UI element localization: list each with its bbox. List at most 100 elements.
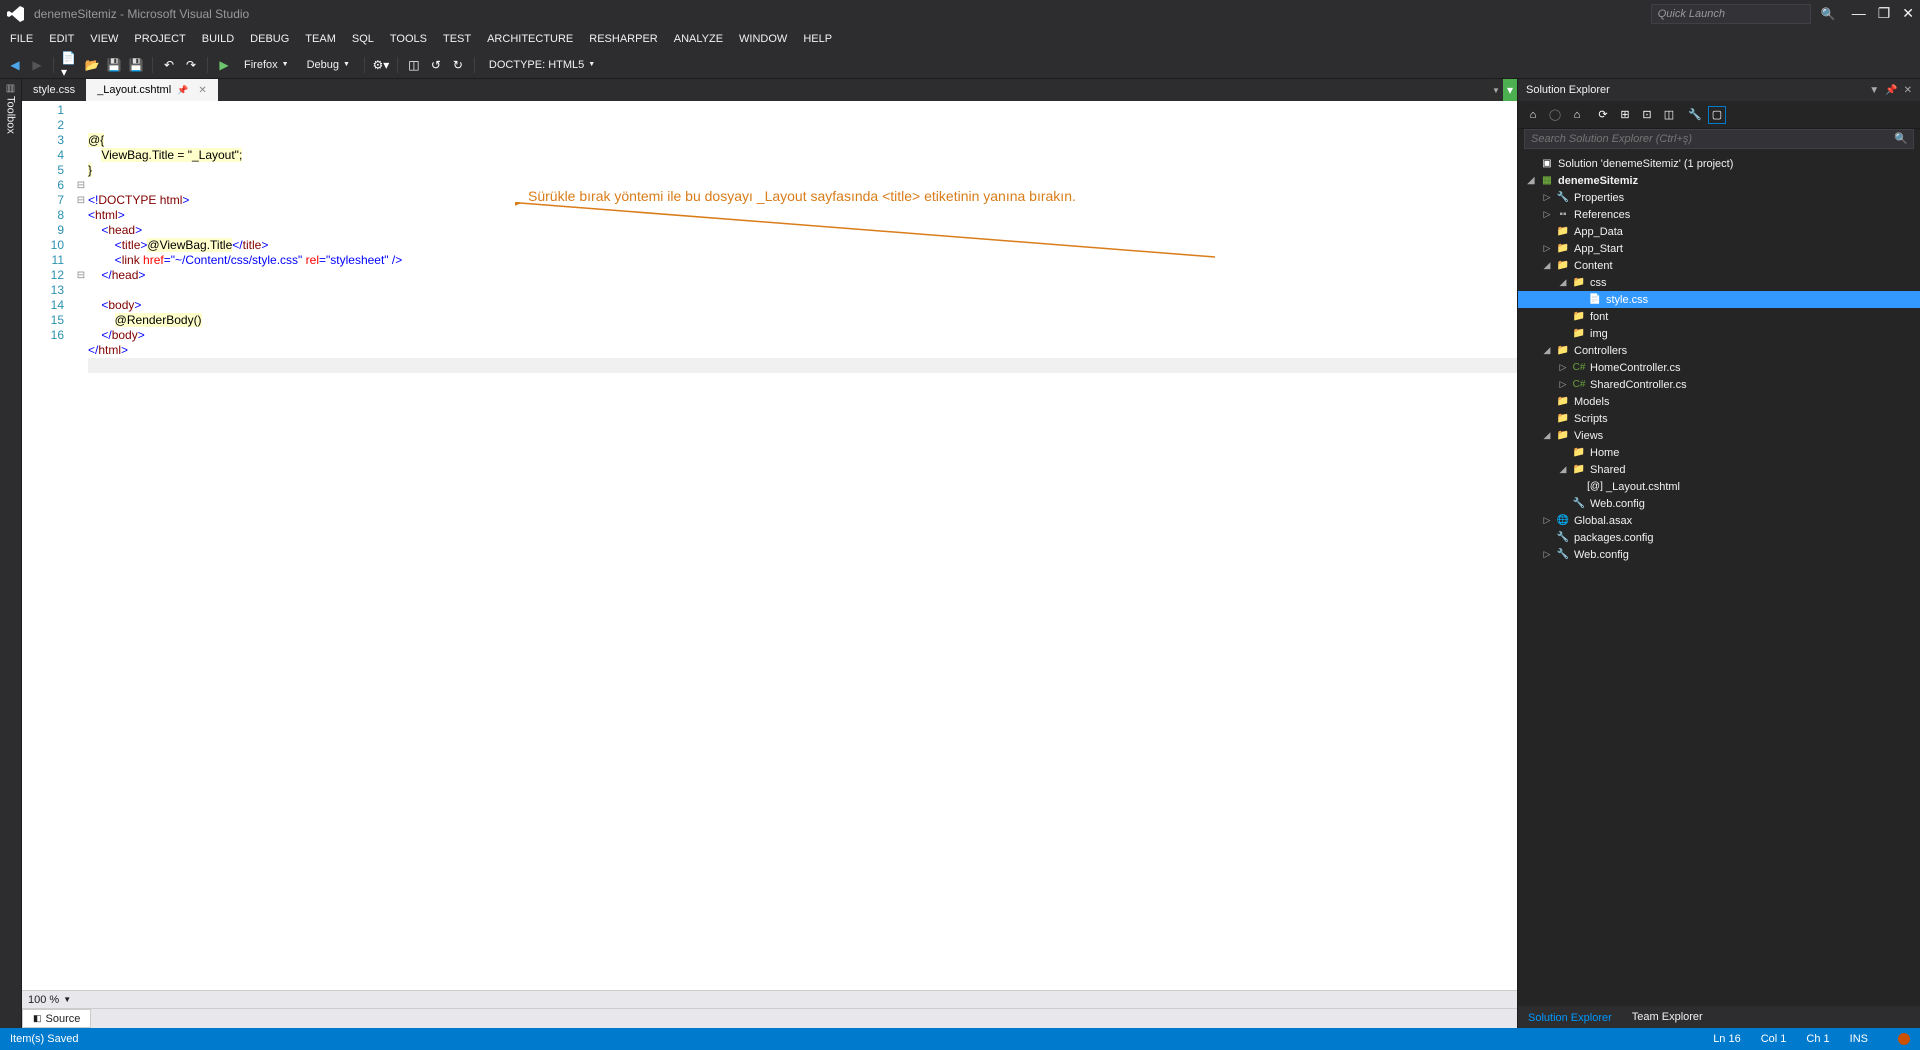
- expand-arrow-icon[interactable]: ▷: [1558, 362, 1568, 373]
- tree-node[interactable]: 📁App_Data: [1518, 223, 1920, 240]
- minimize-button[interactable]: —: [1852, 5, 1866, 22]
- zoom-dropdown-icon[interactable]: ▼: [63, 995, 71, 1004]
- code-editor[interactable]: 12345678910111213141516 ⊟⊟⊟ @{ ViewBag.T…: [22, 101, 1517, 990]
- expand-arrow-icon[interactable]: ◢: [1542, 345, 1552, 356]
- expand-arrow-icon[interactable]: ▷: [1542, 549, 1552, 560]
- tabs-dropdown-icon[interactable]: ▼: [1489, 79, 1503, 101]
- tool-icon[interactable]: ◫: [1660, 106, 1678, 124]
- nav-back-icon[interactable]: ◀: [6, 56, 24, 74]
- close-button[interactable]: ✕: [1902, 5, 1914, 22]
- tool-icon[interactable]: ↺: [427, 56, 445, 74]
- save-icon[interactable]: 💾: [105, 56, 123, 74]
- tree-node[interactable]: ▷▪▪References: [1518, 206, 1920, 223]
- panel-dropdown-icon[interactable]: ▼: [1869, 85, 1879, 96]
- menu-debug[interactable]: DEBUG: [242, 29, 297, 49]
- panel-pin-icon[interactable]: 📌: [1885, 85, 1897, 96]
- maximize-button[interactable]: ❐: [1878, 5, 1891, 22]
- back-icon[interactable]: ◯: [1546, 106, 1564, 124]
- expand-arrow-icon[interactable]: ▷: [1542, 515, 1552, 526]
- left-side-toolbox[interactable]: ▥ Toolbox: [0, 79, 22, 1028]
- refresh-icon[interactable]: ⟳: [1594, 106, 1612, 124]
- menu-architecture[interactable]: ARCHITECTURE: [479, 29, 581, 49]
- redo-icon[interactable]: ↷: [182, 56, 200, 74]
- solution-tree[interactable]: ▣Solution 'denemeSitemiz' (1 project)◢▦d…: [1518, 151, 1920, 1006]
- expand-arrow-icon[interactable]: ◢: [1542, 430, 1552, 441]
- new-item-icon[interactable]: ◫: [405, 56, 423, 74]
- tree-node[interactable]: 📁Home: [1518, 444, 1920, 461]
- tree-node[interactable]: ◢▦denemeSitemiz: [1518, 172, 1920, 189]
- expand-arrow-icon[interactable]: ▷: [1558, 379, 1568, 390]
- expand-arrow-icon[interactable]: ◢: [1558, 464, 1568, 475]
- tree-node[interactable]: 📁img: [1518, 325, 1920, 342]
- tree-node[interactable]: [@]_Layout.cshtml: [1518, 478, 1920, 495]
- start-debug-button[interactable]: ▶: [215, 56, 233, 74]
- new-project-icon[interactable]: 📄▾: [61, 56, 79, 74]
- source-tab[interactable]: ◧Source: [22, 1009, 91, 1028]
- properties-icon[interactable]: 🔧: [1686, 106, 1704, 124]
- tree-node[interactable]: ▷🔧Properties: [1518, 189, 1920, 206]
- open-icon[interactable]: 📂: [83, 56, 101, 74]
- panel-close-icon[interactable]: ✕: [1904, 85, 1912, 96]
- menu-window[interactable]: WINDOW: [731, 29, 795, 49]
- home-icon[interactable]: ⌂: [1568, 106, 1586, 124]
- nav-fwd-icon[interactable]: ▶: [28, 56, 46, 74]
- tree-node[interactable]: ▷📁App_Start: [1518, 240, 1920, 257]
- menu-file[interactable]: FILE: [2, 29, 41, 49]
- menu-resharper[interactable]: RESHARPER: [581, 29, 665, 49]
- expand-arrow-icon[interactable]: ◢: [1526, 175, 1536, 186]
- menu-build[interactable]: BUILD: [194, 29, 242, 49]
- browser-dropdown[interactable]: Firefox▼: [237, 55, 296, 75]
- expand-arrow-icon[interactable]: ▷: [1542, 192, 1552, 203]
- expand-arrow-icon[interactable]: ▷: [1542, 209, 1552, 220]
- home-icon[interactable]: ⌂: [1524, 106, 1542, 124]
- menu-project[interactable]: PROJECT: [126, 29, 193, 49]
- close-icon[interactable]: ✕: [198, 85, 206, 96]
- pin-icon[interactable]: 📌: [177, 85, 188, 96]
- tree-node[interactable]: 📄style.css: [1518, 291, 1920, 308]
- tree-node[interactable]: 🔧Web.config: [1518, 495, 1920, 512]
- tree-node[interactable]: ◢📁Controllers: [1518, 342, 1920, 359]
- menu-edit[interactable]: EDIT: [41, 29, 82, 49]
- code-content[interactable]: @{ ViewBag.Title = "_Layout";}<!DOCTYPE …: [88, 101, 1517, 990]
- tree-node[interactable]: ◢📁Views: [1518, 427, 1920, 444]
- doctype-dropdown[interactable]: DOCTYPE: HTML5▼: [482, 55, 602, 75]
- tree-node[interactable]: 🔧packages.config: [1518, 529, 1920, 546]
- tab-_Layout-cshtml[interactable]: _Layout.cshtml📌✕: [86, 79, 218, 101]
- panel-tab-team-explorer[interactable]: Team Explorer: [1622, 1006, 1713, 1028]
- tree-node[interactable]: ◢📁css: [1518, 274, 1920, 291]
- tree-node[interactable]: ◢📁Content: [1518, 257, 1920, 274]
- menu-team[interactable]: TEAM: [297, 29, 344, 49]
- menu-analyze[interactable]: ANALYZE: [666, 29, 731, 49]
- panel-tab-solution-explorer[interactable]: Solution Explorer: [1518, 1006, 1622, 1028]
- tree-node[interactable]: 📁Scripts: [1518, 410, 1920, 427]
- tree-node[interactable]: ▷🔧Web.config: [1518, 546, 1920, 563]
- tabs-add-icon[interactable]: ▾: [1503, 79, 1517, 101]
- search-icon[interactable]: 🔍: [1821, 7, 1836, 21]
- tree-node[interactable]: ▷C#HomeController.cs: [1518, 359, 1920, 376]
- search-icon[interactable]: 🔍: [1894, 132, 1908, 145]
- undo-icon[interactable]: ↶: [160, 56, 178, 74]
- expand-arrow-icon[interactable]: ◢: [1558, 277, 1568, 288]
- tab-style-css[interactable]: style.css: [22, 79, 86, 101]
- menu-view[interactable]: VIEW: [82, 29, 126, 49]
- tree-node[interactable]: 📁Models: [1518, 393, 1920, 410]
- tool-icon[interactable]: ⚙▾: [372, 56, 390, 74]
- tree-node[interactable]: ▷🌐Global.asax: [1518, 512, 1920, 529]
- quick-launch-input[interactable]: Quick Launch: [1651, 4, 1811, 24]
- tree-node[interactable]: ▣Solution 'denemeSitemiz' (1 project): [1518, 155, 1920, 172]
- expand-arrow-icon[interactable]: ◢: [1542, 260, 1552, 271]
- zoom-level[interactable]: 100 %: [28, 994, 59, 1006]
- menu-sql[interactable]: SQL: [344, 29, 382, 49]
- save-all-icon[interactable]: 💾: [127, 56, 145, 74]
- search-input[interactable]: [1524, 129, 1914, 149]
- menu-tools[interactable]: TOOLS: [382, 29, 435, 49]
- fold-gutter[interactable]: ⊟⊟⊟: [74, 101, 88, 990]
- config-dropdown[interactable]: Debug▼: [300, 55, 357, 75]
- expand-arrow-icon[interactable]: ▷: [1542, 243, 1552, 254]
- tree-node[interactable]: 📁font: [1518, 308, 1920, 325]
- menu-help[interactable]: HELP: [795, 29, 840, 49]
- collapse-icon[interactable]: ⊞: [1616, 106, 1634, 124]
- preview-icon[interactable]: ▢: [1708, 106, 1726, 124]
- tool-icon[interactable]: ↻: [449, 56, 467, 74]
- tree-node[interactable]: ▷C#SharedController.cs: [1518, 376, 1920, 393]
